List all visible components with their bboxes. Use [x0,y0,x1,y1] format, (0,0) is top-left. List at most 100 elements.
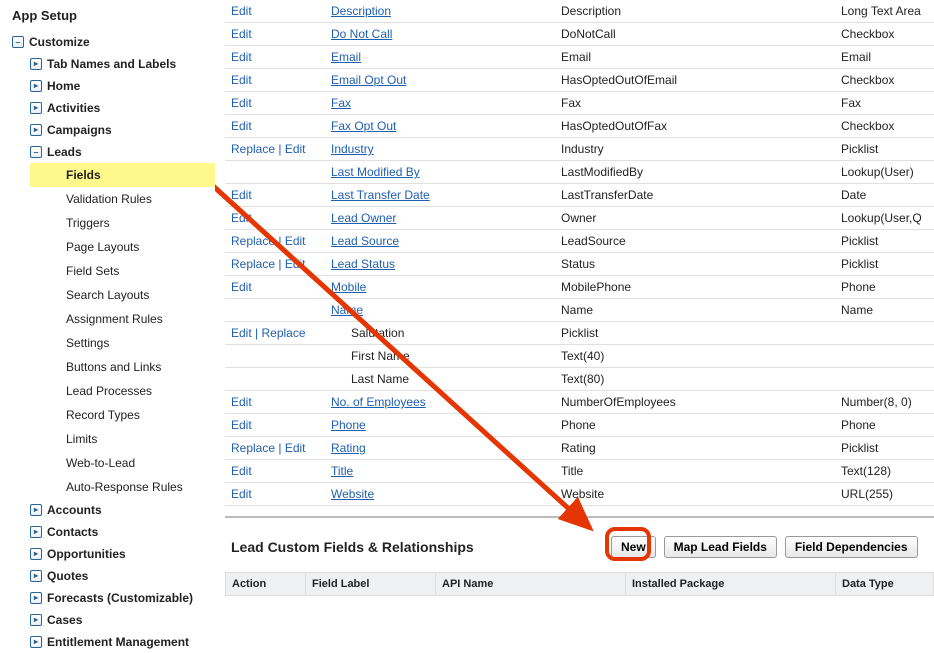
field-label-link[interactable]: Fax Opt Out [331,119,396,133]
tree-customize[interactable]: – Customize [12,31,215,53]
collapse-icon[interactable]: – [30,146,42,158]
sidebar-item-fields[interactable]: Fields [30,163,215,187]
tree-item-entitlement-management[interactable]: ▸Entitlement Management [30,631,215,653]
field-row: Replace | EditLead StatusStatusPicklist [225,253,934,276]
edit-link[interactable]: Edit [231,27,252,41]
field-label-link[interactable]: Name [331,303,363,317]
sidebar-item-field-sets[interactable]: Field Sets [48,259,215,283]
tree-item-campaigns[interactable]: ▸Campaigns [30,119,215,141]
field-label-link[interactable]: Phone [331,418,366,432]
expand-icon[interactable]: ▸ [30,592,42,604]
sidebar: App Setup – Customize ▸Tab Names and Lab… [0,0,215,653]
edit-link[interactable]: Edit [231,280,252,294]
edit-link[interactable]: Edit [231,119,252,133]
expand-icon[interactable]: ▸ [30,80,42,92]
field-label-link[interactable]: Lead Source [331,234,399,248]
tree-item-opportunities[interactable]: ▸Opportunities [30,543,215,565]
field-label-link[interactable]: Rating [331,441,366,455]
field-api-cell: Owner [555,207,835,230]
edit-link[interactable]: Edit [285,441,306,455]
field-dependencies-button[interactable]: Field Dependencies [785,536,918,558]
field-label-link[interactable]: Do Not Call [331,27,392,41]
replace-link[interactable]: Replace [231,142,275,156]
tree-item-tab-names-and-labels[interactable]: ▸Tab Names and Labels [30,53,215,75]
expand-icon[interactable]: ▸ [30,636,42,648]
edit-link[interactable]: Edit [285,234,306,248]
tree-item-activities[interactable]: ▸Activities [30,97,215,119]
field-label-link[interactable]: Last Transfer Date [331,188,430,202]
map-lead-fields-button[interactable]: Map Lead Fields [664,536,777,558]
sidebar-item-settings[interactable]: Settings [48,331,215,355]
sidebar-item-record-types[interactable]: Record Types [48,403,215,427]
sidebar-item-search-layouts[interactable]: Search Layouts [48,283,215,307]
field-label-link[interactable]: No. of Employees [331,395,426,409]
sidebar-item-web-to-lead[interactable]: Web-to-Lead [48,451,215,475]
edit-link[interactable]: Edit [231,487,252,501]
tree-item-leads[interactable]: –Leads [30,141,215,163]
edit-link[interactable]: Edit [285,142,306,156]
field-api-cell: HasOptedOutOfEmail [555,69,835,92]
col-action: Action [226,573,306,596]
tree-item-forecasts-customizable-[interactable]: ▸Forecasts (Customizable) [30,587,215,609]
replace-link[interactable]: Replace [231,257,275,271]
field-type-cell: Date [835,184,934,207]
field-api-cell: Fax [555,92,835,115]
sidebar-item-page-layouts[interactable]: Page Layouts [48,235,215,259]
replace-link[interactable]: Replace [231,441,275,455]
edit-link[interactable]: Edit [231,188,252,202]
field-label-link[interactable]: Fax [331,96,351,110]
edit-link[interactable]: Edit [231,4,252,18]
expand-icon[interactable]: ▸ [30,124,42,136]
field-api-cell: Phone [555,414,835,437]
replace-link[interactable]: Replace [231,234,275,248]
sidebar-item-triggers[interactable]: Triggers [48,211,215,235]
action-cell: Edit [225,207,325,230]
sidebar-item-lead-processes[interactable]: Lead Processes [48,379,215,403]
tree-item-home[interactable]: ▸Home [30,75,215,97]
tree-item-accounts[interactable]: ▸Accounts [30,499,215,521]
sidebar-item-buttons-and-links[interactable]: Buttons and Links [48,355,215,379]
tree-item-cases[interactable]: ▸Cases [30,609,215,631]
field-type-cell: Email [835,46,934,69]
field-label-link[interactable]: Lead Status [331,257,395,271]
field-label-link[interactable]: Email [331,50,361,64]
edit-link[interactable]: Edit [231,326,252,340]
field-label-link[interactable]: Website [331,487,374,501]
new-button[interactable]: New [611,536,656,558]
edit-link[interactable]: Edit [231,50,252,64]
collapse-icon[interactable]: – [12,36,24,48]
edit-link[interactable]: Edit [285,257,306,271]
expand-icon[interactable]: ▸ [30,58,42,70]
field-label-link[interactable]: Last Modified By [331,165,420,179]
edit-link[interactable]: Edit [231,418,252,432]
edit-link[interactable]: Edit [231,96,252,110]
sidebar-item-assignment-rules[interactable]: Assignment Rules [48,307,215,331]
edit-link[interactable]: Edit [231,395,252,409]
field-label-link[interactable]: Title [331,464,353,478]
field-label-link[interactable]: Lead Owner [331,211,396,225]
edit-link[interactable]: Edit [231,73,252,87]
action-cell: Replace | Edit [225,437,325,460]
field-label-link[interactable]: Mobile [331,280,366,294]
tree-item-quotes[interactable]: ▸Quotes [30,565,215,587]
field-row: Last Modified ByLastModifiedByLookup(Use… [225,161,934,184]
action-cell: Edit [225,184,325,207]
field-label-link[interactable]: Industry [331,142,374,156]
expand-icon[interactable]: ▸ [30,504,42,516]
expand-icon[interactable]: ▸ [30,614,42,626]
sidebar-item-auto-response-rules[interactable]: Auto-Response Rules [48,475,215,499]
field-row: EditWebsiteWebsiteURL(255) [225,483,934,506]
expand-icon[interactable]: ▸ [30,526,42,538]
field-label-link[interactable]: Email Opt Out [331,73,406,87]
tree-item-contacts[interactable]: ▸Contacts [30,521,215,543]
edit-link[interactable]: Edit [231,464,252,478]
expand-icon[interactable]: ▸ [30,570,42,582]
expand-icon[interactable]: ▸ [30,102,42,114]
sidebar-item-validation-rules[interactable]: Validation Rules [48,187,215,211]
replace-link[interactable]: Replace [261,326,305,340]
field-type-cell: Text(128) [835,460,934,483]
sidebar-item-limits[interactable]: Limits [48,427,215,451]
field-label-link[interactable]: Description [331,4,391,18]
edit-link[interactable]: Edit [231,211,252,225]
expand-icon[interactable]: ▸ [30,548,42,560]
